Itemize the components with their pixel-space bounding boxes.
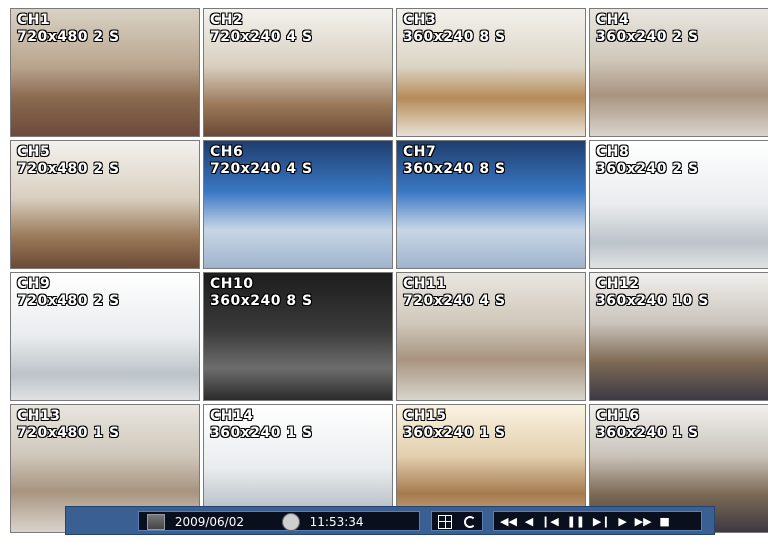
camera-tile-ch10[interactable]: CH10 360x240 8 S [203, 272, 393, 401]
play-icon[interactable]: ▶ [618, 513, 626, 531]
time-text: 11:53:34 [309, 514, 364, 529]
channel-label: CH16 [596, 408, 640, 424]
camera-tile-ch6[interactable]: CH6 720x240 4 S [203, 140, 393, 269]
channel-label: CH3 [403, 12, 437, 28]
channel-info: 360x240 8 S [403, 29, 506, 45]
camera-tile-ch1[interactable]: CH1 720x480 2 S [10, 8, 200, 137]
camera-overlay: CH3 360x240 8 S [403, 12, 506, 46]
camera-overlay: CH15 360x240 1 S [403, 408, 506, 442]
channel-info: 360x240 1 S [596, 425, 699, 441]
channel-info: 360x240 1 S [210, 425, 313, 441]
step-forward-icon[interactable]: ▶❙ [593, 513, 611, 531]
channel-info: 360x240 2 S [596, 161, 699, 177]
channel-label: CH4 [596, 12, 630, 28]
step-back-icon[interactable]: ❙◀ [541, 513, 559, 531]
channel-info: 720x240 4 S [403, 293, 506, 309]
channel-info: 360x240 2 S [596, 29, 699, 45]
channel-label: CH11 [403, 276, 447, 292]
camera-grid: CH1 720x480 2 S CH2 720x240 4 S CH3 360x240… [10, 8, 768, 535]
camera-overlay: CH14 360x240 1 S [210, 408, 313, 442]
rewind-fast-icon[interactable]: ◀◀ [500, 513, 517, 531]
camera-overlay: CH6 720x240 4 S [210, 144, 313, 178]
layout-controls [431, 511, 483, 531]
camera-tile-ch3[interactable]: CH3 360x240 8 S [396, 8, 586, 137]
camera-overlay: CH11 720x240 4 S [403, 276, 506, 310]
playback-controls: ◀◀ ◀ ❙◀ ❚❚ ▶❙ ▶ ▶▶ ■ PAUSE [493, 511, 702, 547]
camera-tile-ch4[interactable]: CH4 360x240 2 S [589, 8, 768, 137]
channel-info: 720x480 1 S [17, 425, 120, 441]
camera-overlay: CH4 360x240 2 S [596, 12, 699, 46]
channel-label: CH6 [210, 144, 244, 160]
channel-label: CH8 [596, 144, 630, 160]
date-text: 2009/06/02 [174, 514, 244, 529]
channel-info: 720x480 2 S [17, 293, 120, 309]
channel-label: CH9 [17, 276, 51, 292]
camera-overlay: CH13 720x480 1 S [17, 408, 120, 442]
channel-label: CH1 [17, 12, 51, 28]
channel-info: 720x480 2 S [17, 161, 120, 177]
camera-overlay: CH7 360x240 8 S [403, 144, 506, 178]
channel-info: 720x240 4 S [210, 161, 313, 177]
camera-tile-ch7[interactable]: CH7 360x240 8 S [396, 140, 586, 269]
rewind-icon[interactable]: ◀ [525, 513, 533, 531]
camera-overlay: CH12 360x240 10 S [596, 276, 709, 310]
channel-label: CH13 [17, 408, 61, 424]
camera-overlay: CH1 720x480 2 S [17, 12, 120, 46]
status-toolbar: 2009/06/02 11:53:34 ◀◀ ◀ ❙◀ ❚❚ ▶❙ ▶ ▶▶ ■… [65, 506, 715, 547]
channel-label: CH2 [210, 12, 244, 28]
camera-tile-ch8[interactable]: CH8 360x240 2 S [589, 140, 768, 269]
channel-label: CH5 [17, 144, 51, 160]
camera-overlay: CH9 720x480 2 S [17, 276, 120, 310]
camera-tile-ch9[interactable]: CH9 720x480 2 S [10, 272, 200, 401]
fast-forward-icon[interactable]: ▶▶ [635, 513, 652, 531]
channel-label: CH14 [210, 408, 254, 424]
calendar-icon [147, 513, 165, 530]
camera-tile-ch5[interactable]: CH5 720x480 2 S [10, 140, 200, 269]
playback-status-text: PAUSE [496, 533, 535, 547]
channel-label: CH15 [403, 408, 447, 424]
channel-label: CH10 [210, 276, 254, 292]
camera-overlay: CH16 360x240 1 S [596, 408, 699, 442]
refresh-icon[interactable] [463, 515, 476, 528]
clock-icon [281, 512, 300, 531]
camera-tile-ch2[interactable]: CH2 720x240 4 S [203, 8, 393, 137]
camera-tile-ch11[interactable]: CH11 720x240 4 S [396, 272, 586, 401]
camera-tile-ch12[interactable]: CH12 360x240 10 S [589, 272, 768, 401]
channel-info: 360x240 1 S [403, 425, 506, 441]
grid-layout-icon[interactable] [438, 514, 452, 529]
datetime-panel: 2009/06/02 11:53:34 [138, 511, 420, 531]
channel-label: CH12 [596, 276, 640, 292]
pause-icon[interactable]: ❚❚ [567, 513, 585, 531]
channel-info: 720x480 2 S [17, 29, 120, 45]
channel-label: CH7 [403, 144, 437, 160]
channel-info: 360x240 8 S [210, 293, 313, 309]
channel-info: 360x240 8 S [403, 161, 506, 177]
camera-overlay: CH5 720x480 2 S [17, 144, 120, 178]
camera-overlay: CH2 720x240 4 S [210, 12, 313, 46]
channel-info: 720x240 4 S [210, 29, 313, 45]
channel-info: 360x240 10 S [596, 293, 709, 309]
camera-overlay: CH8 360x240 2 S [596, 144, 699, 178]
stop-icon[interactable]: ■ [659, 513, 669, 531]
camera-overlay: CH10 360x240 8 S [210, 276, 313, 310]
